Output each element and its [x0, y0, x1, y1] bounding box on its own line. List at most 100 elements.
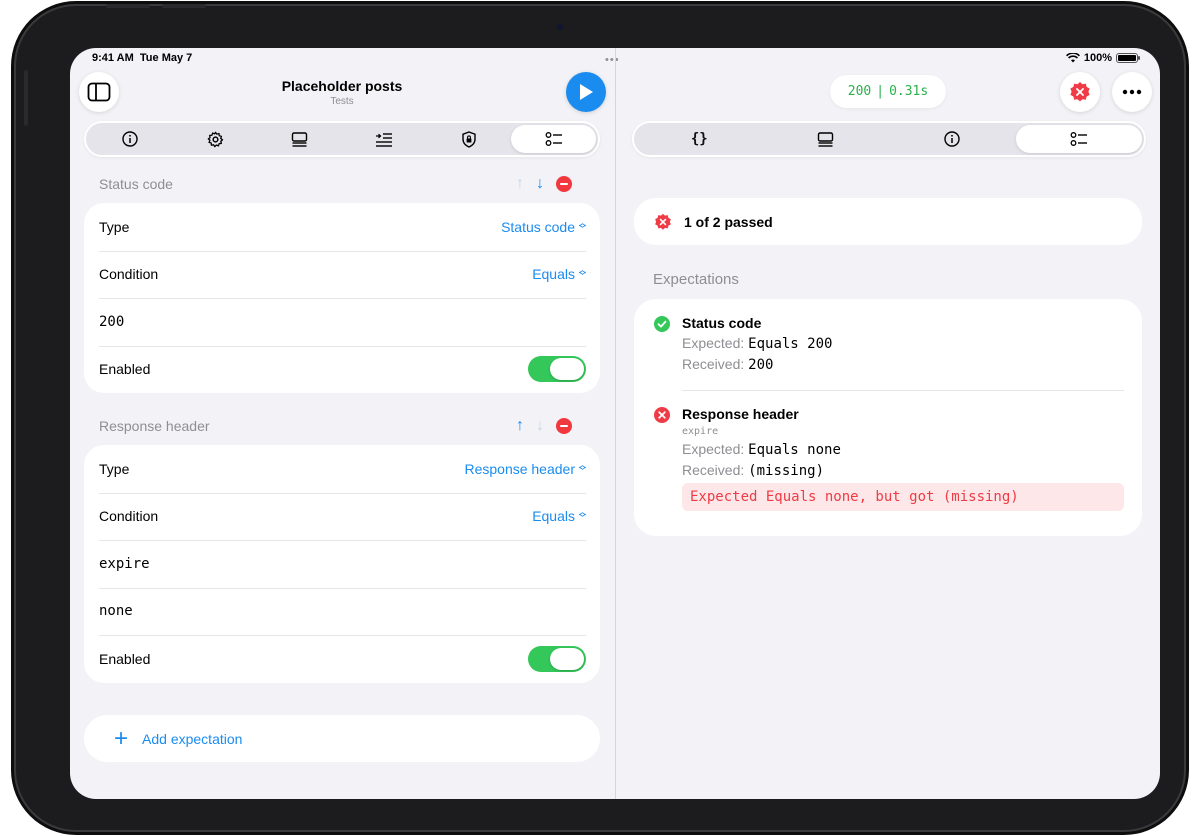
tab-headers[interactable] [342, 125, 427, 153]
battery-icon [1116, 53, 1140, 63]
type-label: Type [99, 460, 130, 477]
expectation-controls: ↑ ↓ [516, 176, 572, 192]
tab-auth[interactable] [427, 125, 512, 153]
body-icon [291, 131, 308, 147]
body-icon [818, 131, 834, 147]
page-subtitle: Tests [330, 96, 354, 107]
hardware-button [106, 4, 150, 8]
expectation-card: Type Response header ︿ ﹀ Condition Equals… [84, 445, 600, 683]
test-summary: 1 of 2 passed [634, 198, 1142, 245]
delete-expectation-button[interactable] [556, 418, 572, 434]
pane-divider[interactable] [615, 48, 616, 799]
xmark-circle-icon [654, 407, 670, 423]
value-row[interactable]: 200 [84, 298, 600, 346]
shield-icon [462, 130, 476, 148]
expectation-header: Status code [99, 176, 173, 192]
result-title: Status code [682, 315, 762, 331]
condition-label: Condition [99, 266, 159, 283]
enabled-toggle[interactable] [528, 356, 586, 383]
type-picker[interactable]: Status code ︿ ﹀ [501, 219, 586, 235]
front-camera [557, 24, 563, 30]
response-status-pill: 200 | 0.31s [830, 75, 946, 108]
enabled-label: Enabled [99, 361, 151, 378]
type-row[interactable]: Type Status code ︿ ﹀ [84, 203, 600, 251]
result-received: Received: (missing) [682, 462, 825, 479]
status-separator: | [876, 84, 885, 99]
run-request-button[interactable] [566, 72, 606, 112]
multitasking-menu[interactable]: ••• [605, 54, 620, 66]
type-picker[interactable]: Response header ︿ ﹀ [464, 461, 586, 477]
chevron-updown-icon: ︿ ﹀ [579, 219, 586, 233]
result-expected: Expected: Equals none [682, 441, 841, 458]
battery-level [1118, 55, 1136, 61]
request-title-block: Placeholder posts Tests [242, 78, 442, 107]
type-row[interactable]: Type Response header ︿ ﹀ [84, 445, 600, 493]
page-title: Placeholder posts [281, 78, 403, 94]
failed-badge-icon [655, 213, 671, 230]
move-down-button[interactable]: ↓ [536, 176, 544, 192]
failure-message: Expected Equals none, but got (missing) [682, 483, 1124, 511]
result-item: Response header expire Expected: Equals … [654, 406, 1124, 511]
enabled-row: Enabled [84, 635, 600, 683]
sidebar-toggle-button[interactable] [79, 72, 119, 112]
condition-label: Condition [99, 508, 159, 525]
tab-settings[interactable] [173, 125, 258, 153]
test-result-button[interactable] [1060, 72, 1100, 112]
enabled-row: Enabled [84, 345, 600, 394]
response-time: 0.31s [889, 84, 929, 99]
move-down-button[interactable]: ↓ [536, 418, 544, 434]
expectation-card: Type Status code ︿ ﹀ Condition Equals ︿ ﹀ … [84, 203, 600, 393]
failed-badge-icon [1070, 82, 1090, 102]
condition-picker[interactable]: Equals ︿ ﹀ [532, 508, 586, 524]
expectation-results: Status code Expected: Equals 200 Receive… [634, 299, 1142, 536]
move-up-button[interactable]: ↑ [516, 176, 524, 192]
chevron-updown-icon: ︿ ﹀ [579, 267, 586, 281]
tab-info[interactable] [88, 125, 173, 153]
screen: 9:41 AM Tue May 7 100% ••• Placeholder p… [70, 48, 1160, 799]
tab-body[interactable] [257, 125, 342, 153]
status-indicators: 100% [1065, 52, 1140, 64]
result-received: Received: 200 [682, 356, 774, 373]
play-icon [580, 84, 593, 100]
value-field[interactable]: 200 [99, 314, 124, 330]
wifi-icon [1065, 53, 1080, 63]
checklist-icon [1070, 132, 1087, 146]
condition-row[interactable]: Condition Equals ︿ ﹀ [84, 492, 600, 541]
result-title: Response header [682, 406, 799, 422]
battery-percent: 100% [1083, 52, 1112, 64]
header-name-row[interactable]: expire [84, 540, 600, 588]
status-code: 200 [847, 84, 872, 99]
enabled-toggle[interactable] [528, 645, 586, 672]
tab-body[interactable] [763, 125, 890, 153]
delete-expectation-button[interactable] [556, 176, 572, 192]
add-expectation-button[interactable]: + Add expectation [84, 715, 600, 762]
gear-icon [207, 131, 223, 147]
checkmark-circle-icon [654, 316, 670, 332]
header-name-field[interactable]: expire [99, 556, 150, 572]
expectations-section-header: Expectations [653, 271, 739, 288]
tab-info[interactable] [889, 125, 1016, 153]
hardware-button [162, 4, 206, 8]
tab-tests[interactable] [1015, 125, 1142, 153]
ipad-frame: 9:41 AM Tue May 7 100% ••• Placeholder p… [14, 4, 1186, 832]
info-icon [122, 131, 139, 147]
value-field[interactable]: none [99, 603, 133, 619]
result-header-key: expire [682, 426, 719, 437]
type-label: Type [99, 218, 130, 235]
tab-json[interactable]: {} [636, 125, 763, 153]
condition-picker[interactable]: Equals ︿ ﹀ [532, 266, 586, 282]
ellipsis-icon [1122, 89, 1142, 95]
more-button[interactable] [1112, 72, 1152, 112]
checklist-icon [545, 132, 562, 146]
add-expectation-label: Add expectation [142, 730, 243, 747]
enabled-label: Enabled [99, 650, 151, 667]
tab-tests[interactable] [511, 125, 597, 153]
condition-row[interactable]: Condition Equals ︿ ﹀ [84, 250, 600, 299]
value-row[interactable]: none [84, 587, 600, 636]
plus-icon: + [114, 724, 129, 752]
response-tabs: {} [632, 121, 1146, 157]
status-time: 9:41 AM Tue May 7 [92, 52, 193, 64]
move-up-button[interactable]: ↑ [516, 418, 524, 434]
chevron-updown-icon: ︿ ﹀ [579, 461, 586, 475]
braces-icon: {} [690, 131, 708, 147]
